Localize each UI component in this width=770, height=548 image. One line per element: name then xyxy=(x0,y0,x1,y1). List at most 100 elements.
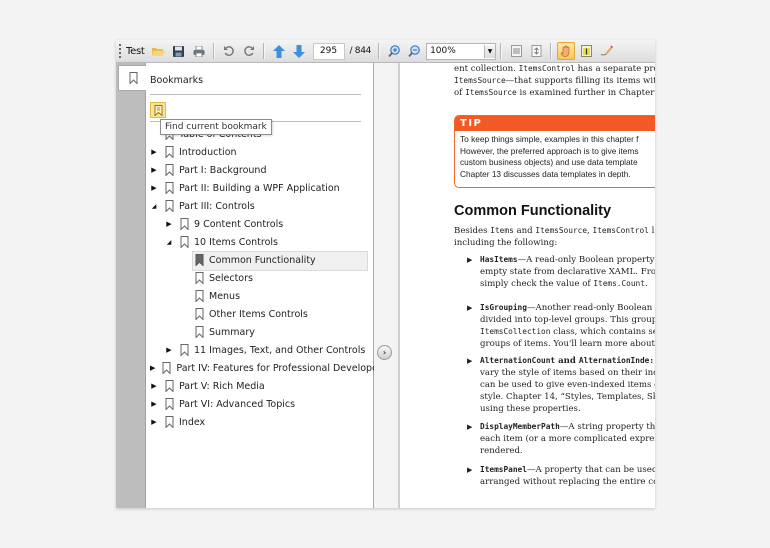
toolbar-title: Test xyxy=(126,45,145,57)
bookmark-icon xyxy=(129,72,137,84)
bullet-arrow-icon: ▶ xyxy=(467,357,473,365)
current-page-input[interactable]: 295 xyxy=(312,42,345,60)
bullet-arrow-icon: ▶ xyxy=(467,466,473,474)
bookmark-label: Selectors xyxy=(209,272,253,284)
next-page-button[interactable] xyxy=(290,42,308,60)
bookmark-item[interactable]: ◢ Part III: Controls xyxy=(146,197,368,215)
bookmark-item[interactable]: ▶ Introduction xyxy=(146,143,368,161)
bookmark-item[interactable]: ▶ Part VI: Advanced Topics xyxy=(146,395,368,413)
bookmark-label: Index xyxy=(179,416,206,428)
text-span: . xyxy=(644,279,648,289)
chevron-down-icon[interactable]: ▼ xyxy=(484,44,496,58)
ink-pen-icon xyxy=(600,45,613,56)
save-button[interactable] xyxy=(170,42,188,60)
bookmarks-tab[interactable] xyxy=(118,65,147,91)
expand-arrow-icon[interactable]: ▶ xyxy=(150,400,158,408)
text-span: rendered. xyxy=(480,446,523,456)
text-span: can be used to give even-indexed items o… xyxy=(480,380,655,390)
fit-page-button[interactable] xyxy=(527,42,545,60)
bookmark-label: Part V: Rich Media xyxy=(179,380,265,392)
expand-arrow-icon[interactable]: ▶ xyxy=(165,346,173,354)
expand-arrow-icon[interactable]: ▶ xyxy=(150,382,158,390)
expand-arrow-icon[interactable]: ▶ xyxy=(150,166,158,174)
pan-tool-button[interactable] xyxy=(557,42,576,60)
bookmark-label: Part IV: Features for Professional Devel… xyxy=(176,362,387,374)
find-current-bookmark-button[interactable] xyxy=(150,102,166,118)
expand-arrow-icon[interactable]: ▶ xyxy=(150,364,155,372)
ink-annotation-button[interactable] xyxy=(597,42,615,60)
text-select-icon xyxy=(580,45,592,57)
text-line: divided into top-level groups. This grou… xyxy=(480,314,655,326)
bookmark-item[interactable]: ▶ Part II: Building a WPF Application xyxy=(146,179,368,197)
text-span: divided into top-level groups. This grou… xyxy=(480,315,655,325)
undo-button[interactable] xyxy=(220,42,238,60)
code-span: Items xyxy=(490,226,514,235)
print-button[interactable] xyxy=(190,42,208,60)
fit-width-button[interactable] xyxy=(507,42,525,60)
expand-arrow-icon[interactable]: ▶ xyxy=(165,220,173,228)
bookmarks-panel: Bookmarks Find current bookmark Table of… xyxy=(146,63,387,508)
collapse-arrow-icon[interactable]: ◢ xyxy=(165,238,173,246)
print-icon xyxy=(193,45,204,57)
code-span: ItemsSource xyxy=(454,76,506,85)
bookmark-icon xyxy=(165,416,174,428)
bookmark-icon xyxy=(195,290,204,302)
previous-page-button[interactable] xyxy=(270,42,288,60)
section-intro: Besides Items and ItemsSource, ItemsCont… xyxy=(454,225,655,249)
bullet-arrow-icon: ▶ xyxy=(467,256,473,264)
bookmark-item[interactable]: Selectors xyxy=(146,269,368,287)
zoom-level-select[interactable]: 100% ▼ xyxy=(426,42,497,60)
bookmark-item[interactable]: ▶ Part IV: Features for Professional Deve… xyxy=(146,359,387,377)
toolbar-grip[interactable] xyxy=(119,44,123,58)
collapse-panel-button[interactable]: › xyxy=(377,345,392,360)
text-span: —Another read-only Boolean p xyxy=(526,303,655,313)
code-span: AlternationInde: xyxy=(578,356,655,365)
text-span: has a separate prop xyxy=(577,64,655,74)
bookmark-item[interactable]: ▶ 9 Content Controls xyxy=(146,215,368,233)
document-view[interactable]: ent collection. ItemsControl has a separ… xyxy=(400,63,655,508)
text-line: HasItems—A read-only Boolean property xyxy=(480,254,655,266)
bookmark-item[interactable]: ▶ Index xyxy=(146,413,368,431)
bookmark-icon xyxy=(195,254,204,266)
tip-body: To keep things simple, examples in this … xyxy=(455,131,655,183)
total-pages-label: / 844 xyxy=(349,46,372,56)
expand-arrow-icon[interactable]: ▶ xyxy=(150,148,158,156)
text-line: can be used to give even-indexed items o… xyxy=(480,379,655,391)
save-icon xyxy=(173,45,184,57)
bookmark-item[interactable]: Menus xyxy=(146,287,368,305)
bookmark-label: Part I: Background xyxy=(179,164,267,176)
bookmark-label: Summary xyxy=(209,326,255,338)
expand-arrow-icon[interactable]: ▶ xyxy=(150,418,158,426)
code-span: HasItems xyxy=(480,255,518,264)
toolbar-separator xyxy=(500,43,503,59)
text-span: simply check the value of xyxy=(480,279,594,289)
redo-button[interactable] xyxy=(240,42,258,60)
tip-line: Chapter 13 discusses data templates in d… xyxy=(460,168,631,179)
text-line: of ItemsSource is examined further in Ch… xyxy=(454,87,655,99)
zoom-in-button[interactable] xyxy=(385,42,403,60)
toolbar: Test 295 / 844 100% ▼ xyxy=(116,40,655,63)
collapse-arrow-icon[interactable]: ◢ xyxy=(150,202,158,210)
bookmark-item[interactable]: ▶ Part V: Rich Media xyxy=(146,377,368,395)
bookmark-item[interactable]: ▶ 11 Images, Text, and Other Controls xyxy=(146,341,368,359)
tip-box: TIP To keep things simple, examples in t… xyxy=(454,115,655,188)
panel-splitter[interactable]: › xyxy=(374,63,400,508)
bookmark-item[interactable]: Common Functionality xyxy=(146,251,368,271)
text-span: and xyxy=(555,356,579,366)
bookmark-item[interactable]: ◢ 10 Items Controls xyxy=(146,233,368,251)
bookmark-item[interactable]: ▶ Part I: Background xyxy=(146,161,368,179)
bookmark-item[interactable]: Other Items Controls xyxy=(146,305,368,323)
expand-arrow-icon[interactable]: ▶ xyxy=(150,184,158,192)
bookmark-item[interactable]: Summary xyxy=(146,323,368,341)
bookmark-icon xyxy=(180,344,189,356)
open-button[interactable] xyxy=(150,42,168,60)
zoom-out-button[interactable] xyxy=(405,42,423,60)
toolbar-separator xyxy=(262,43,265,59)
text-select-button[interactable] xyxy=(577,42,595,60)
intro-paragraph: ent collection. ItemsControl has a separ… xyxy=(454,63,655,99)
panel-title: Bookmarks xyxy=(150,75,204,86)
text-span: arranged without replacing the entire co… xyxy=(480,477,655,487)
text-line: groups of items. You'll learn more about… xyxy=(480,338,655,350)
text-span: —A string property tha xyxy=(559,422,655,432)
